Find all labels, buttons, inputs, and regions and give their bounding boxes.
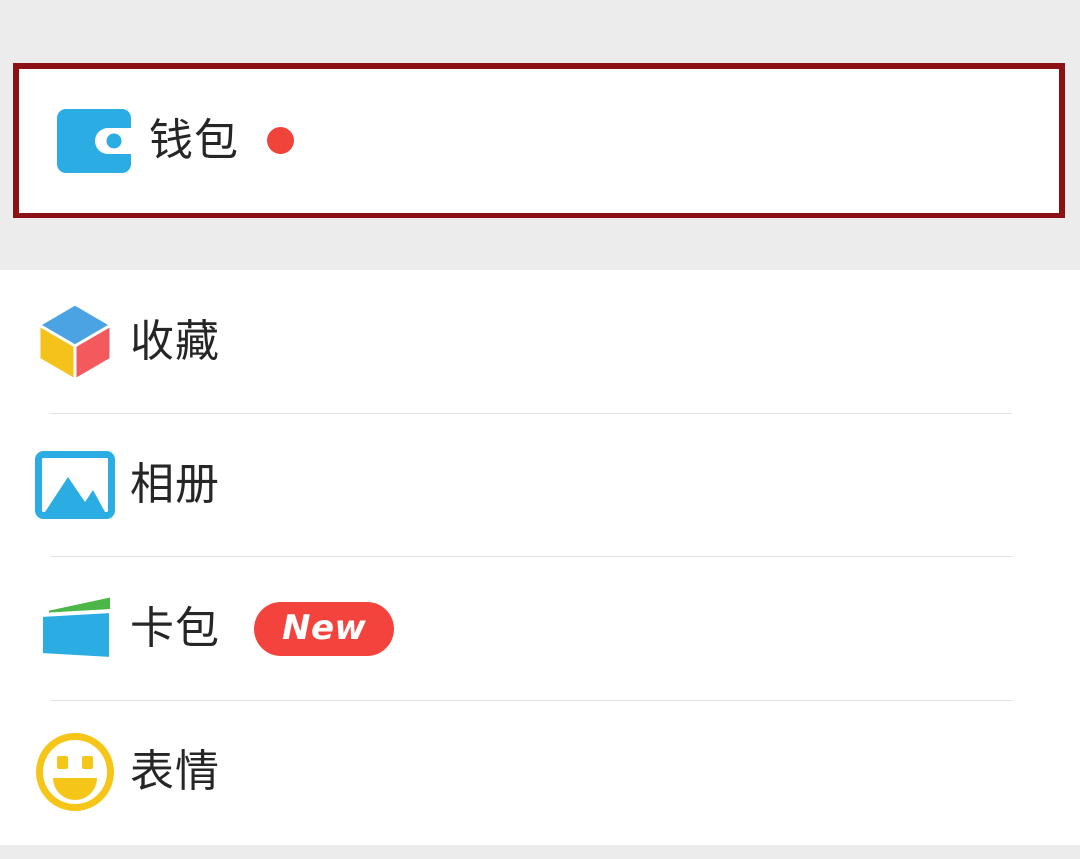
- status-badge-dot: [267, 127, 294, 155]
- menu-row-favorites[interactable]: 收藏: [0, 270, 1080, 414]
- menu-row-label: 卡包: [130, 602, 220, 654]
- menu-row-album[interactable]: 相册: [0, 413, 1080, 557]
- menu-list: 收藏 相册 卡包 New 表情: [0, 270, 1080, 845]
- bottom-spacer: [0, 845, 1080, 859]
- menu-row-label: 钱包: [149, 114, 239, 166]
- menu-row-cards[interactable]: 卡包 New: [0, 557, 1080, 701]
- menu-row-label: 收藏: [130, 315, 220, 367]
- wallet-icon: [19, 108, 149, 174]
- menu-row-wallet[interactable]: 钱包: [19, 69, 1059, 213]
- menu-row-label: 表情: [130, 746, 220, 798]
- smiley-face-icon: [0, 733, 130, 812]
- photo-album-icon: [0, 451, 130, 520]
- highlight-region: 钱包: [0, 63, 1080, 218]
- menu-row-label: 相册: [130, 459, 220, 511]
- card-package-icon: [0, 591, 130, 667]
- section-spacer: [0, 218, 1080, 270]
- new-badge: New: [254, 601, 395, 656]
- menu-row-stickers[interactable]: 表情: [0, 700, 1080, 844]
- highlight-border-box: 钱包: [13, 63, 1065, 218]
- favorites-cube-icon: [0, 301, 130, 383]
- top-spacer: [0, 0, 1080, 63]
